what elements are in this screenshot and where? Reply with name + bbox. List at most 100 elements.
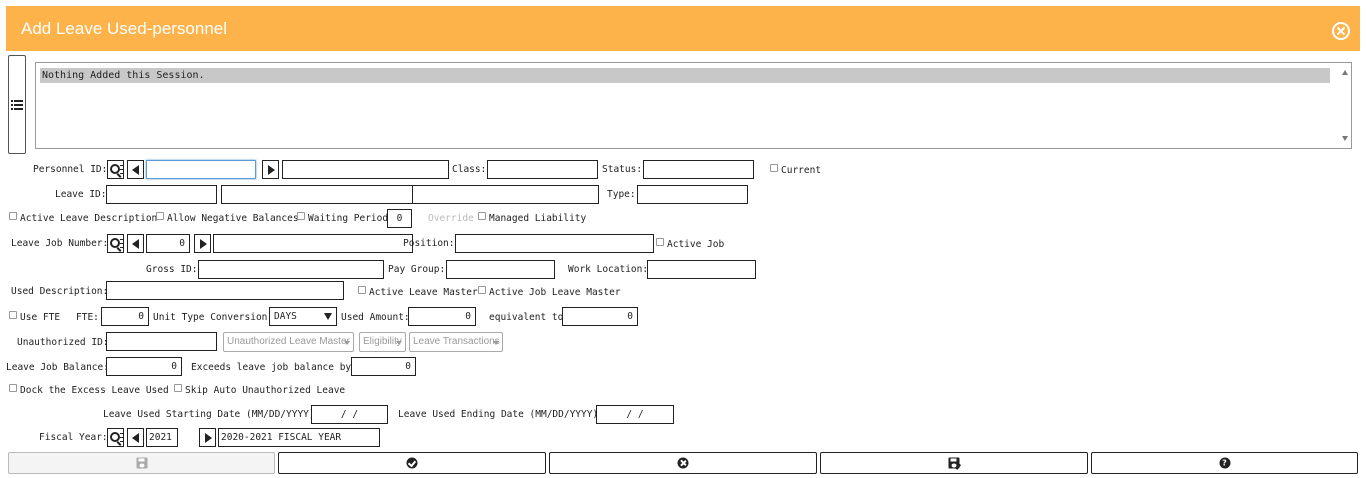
work-location-label: Work Location: xyxy=(568,264,649,275)
chevron-down-icon xyxy=(324,313,332,320)
active-leave-master-label: Active Leave Master xyxy=(369,287,478,298)
list-icon xyxy=(11,100,23,110)
unauthorized-id-label: Unauthorized ID: xyxy=(17,337,109,348)
leave-description-extra-field[interactable] xyxy=(412,185,599,204)
side-menu-toggle[interactable] xyxy=(8,55,26,154)
dock-excess-label: Dock the Excess Leave Used xyxy=(20,385,169,396)
fiscal-year-input[interactable]: 2021 xyxy=(146,428,178,447)
leave-id-label: Leave ID: xyxy=(55,189,107,200)
equivalent-input[interactable]: 0 xyxy=(562,307,638,326)
use-fte-label: Use FTE xyxy=(20,312,61,323)
personnel-id-input[interactable] xyxy=(146,160,256,179)
scroll-up-icon[interactable] xyxy=(1342,70,1348,75)
question-circle-icon: ? xyxy=(1219,457,1230,469)
save-check-icon xyxy=(948,457,962,470)
leave-job-number-label: Leave Job Number: xyxy=(11,238,109,249)
position-field[interactable] xyxy=(455,234,654,253)
eligibility-button[interactable]: Eligibility xyxy=(359,332,406,352)
active-job-checkbox[interactable] xyxy=(656,238,664,246)
start-date-input[interactable]: / / xyxy=(311,405,388,424)
leave-transactions-button[interactable]: Leave Transactions xyxy=(409,332,503,352)
personnel-name-field[interactable] xyxy=(282,160,449,179)
fiscal-year-search-button[interactable] xyxy=(107,428,124,447)
leave-description-field[interactable] xyxy=(221,185,414,204)
pay-group-field[interactable] xyxy=(446,260,555,279)
unit-type-label: Unit Type Conversion: xyxy=(153,312,274,323)
unauthorized-id-input[interactable] xyxy=(106,332,217,351)
current-checkbox[interactable] xyxy=(770,164,778,172)
active-leave-description-label: Active Leave Description xyxy=(20,213,158,224)
unauthorized-leave-master-label: Unauthorized Leave Master xyxy=(227,336,350,347)
session-log[interactable]: Nothing Added this Session. xyxy=(35,62,1352,149)
equivalent-label: equivalent to xyxy=(489,312,564,323)
work-location-field[interactable] xyxy=(647,260,756,279)
help-button[interactable]: ? xyxy=(1091,452,1358,474)
save-button[interactable] xyxy=(8,452,275,474)
prev-arrow-icon xyxy=(132,239,139,249)
position-label: Position: xyxy=(403,238,455,249)
end-date-label: Leave Used Ending Date (MM/DD/YYYY): xyxy=(398,409,604,420)
active-leave-master-checkbox[interactable] xyxy=(358,286,366,294)
class-field[interactable] xyxy=(487,160,598,179)
fiscal-year-prev-button[interactable] xyxy=(127,428,144,447)
override-label: Override xyxy=(428,213,474,224)
leave-id-input[interactable] xyxy=(106,185,217,204)
leave-transactions-label: Leave Transactions xyxy=(413,336,500,347)
used-amount-label: Used Amount: xyxy=(341,312,410,323)
leave-job-search-button[interactable] xyxy=(107,234,124,253)
leave-job-balance-field[interactable]: 0 xyxy=(106,357,182,376)
leave-job-description-field[interactable] xyxy=(213,234,413,253)
skip-auto-unauthorized-label: Skip Auto Unauthorized Leave xyxy=(185,385,346,396)
personnel-prev-button[interactable] xyxy=(127,160,144,179)
fiscal-year-description-field[interactable]: 2020-2021 FISCAL YEAR xyxy=(218,428,380,447)
active-job-leave-master-checkbox[interactable] xyxy=(478,286,486,294)
gross-id-field[interactable] xyxy=(198,260,384,279)
used-description-label: Used Description: xyxy=(11,286,109,297)
start-date-label: Leave Used Starting Date (MM/DD/YYYY): xyxy=(103,409,321,420)
waiting-period-input[interactable]: 0 xyxy=(387,209,412,228)
waiting-period-checkbox[interactable] xyxy=(297,212,305,220)
save-icon xyxy=(136,457,147,469)
dock-excess-checkbox[interactable] xyxy=(9,384,17,392)
leave-job-next-button[interactable] xyxy=(194,234,211,253)
active-job-label: Active Job xyxy=(667,239,725,250)
managed-liability-checkbox[interactable] xyxy=(478,212,486,220)
exceeds-label: Exceeds leave job balance by: xyxy=(191,362,357,373)
personnel-next-button[interactable] xyxy=(262,160,279,179)
chevron-down-icon xyxy=(396,341,402,345)
unauthorized-leave-master-button[interactable]: Unauthorized Leave Master xyxy=(223,332,354,352)
unit-type-select[interactable]: DAYS xyxy=(269,307,337,326)
managed-liability-label: Managed Liability xyxy=(489,213,587,224)
next-arrow-icon xyxy=(200,239,207,249)
search-icon xyxy=(110,164,120,174)
type-label: Type: xyxy=(607,189,636,200)
allow-negative-checkbox[interactable] xyxy=(156,212,164,220)
status-label: Status: xyxy=(602,164,643,175)
accept-button[interactable] xyxy=(278,452,546,474)
leave-job-number-input[interactable]: 0 xyxy=(146,234,190,253)
active-leave-description-checkbox[interactable] xyxy=(9,212,17,220)
waiting-period-label: Waiting Period xyxy=(308,213,389,224)
check-circle-icon xyxy=(406,457,418,469)
personnel-search-button[interactable] xyxy=(107,160,124,179)
skip-auto-unauthorized-checkbox[interactable] xyxy=(174,384,182,392)
active-job-leave-master-label: Active Job Leave Master xyxy=(489,287,621,298)
fiscal-year-next-button[interactable] xyxy=(199,428,216,447)
end-date-input[interactable]: / / xyxy=(596,405,674,424)
scroll-down-icon[interactable] xyxy=(1342,136,1348,141)
type-field[interactable] xyxy=(637,185,748,204)
window-title: Add Leave Used-personnel xyxy=(21,19,228,38)
use-fte-checkbox[interactable] xyxy=(9,311,17,319)
save-and-check-button[interactable] xyxy=(820,452,1088,474)
leave-job-prev-button[interactable] xyxy=(127,234,144,253)
used-amount-input[interactable]: 0 xyxy=(408,307,476,326)
status-field[interactable] xyxy=(643,160,754,179)
cancel-button[interactable] xyxy=(549,452,817,474)
window-header: Add Leave Used-personnel xyxy=(6,6,1360,51)
used-description-input[interactable] xyxy=(106,281,344,300)
pay-group-label: Pay Group: xyxy=(388,264,446,275)
log-message: Nothing Added this Session. xyxy=(40,68,1330,83)
exceeds-field[interactable]: 0 xyxy=(351,357,416,376)
fte-input[interactable]: 0 xyxy=(101,307,149,326)
close-icon[interactable] xyxy=(1332,22,1350,40)
